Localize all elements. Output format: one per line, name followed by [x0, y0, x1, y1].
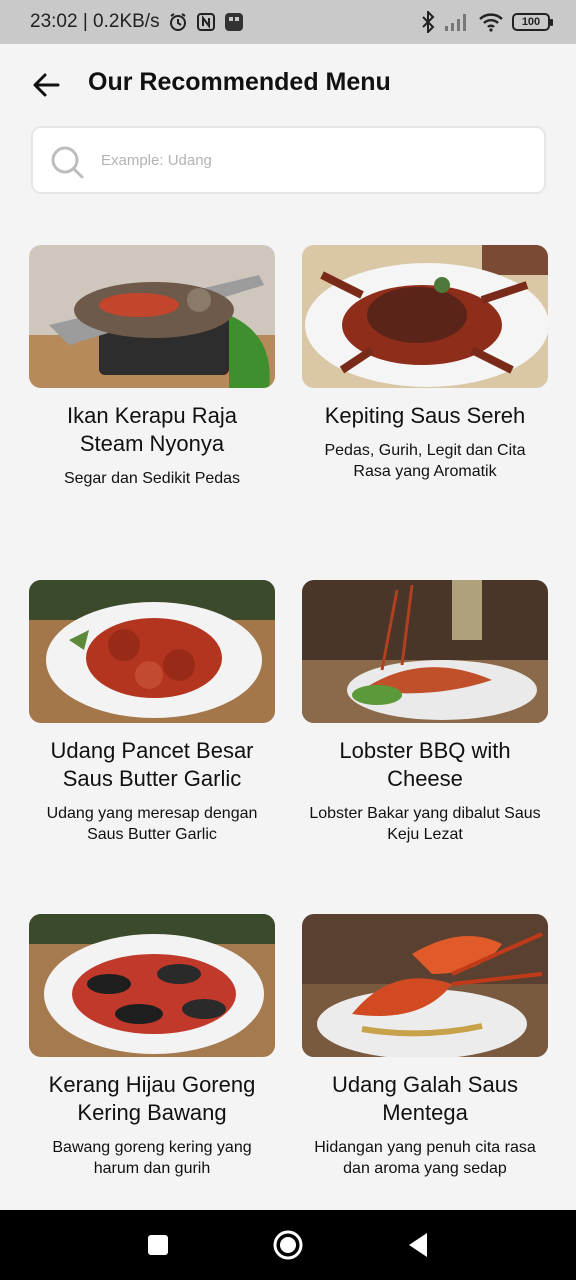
search-icon: [51, 146, 84, 179]
dish-description: Hidangan yang penuh cita rasa dan aroma …: [314, 1139, 536, 1177]
dish-name: Kepiting Saus Sereh: [324, 403, 526, 428]
dish-name: Udang Galah Saus Mentega: [332, 1072, 518, 1125]
page-title: Our Recommended Menu: [88, 68, 391, 96]
search-input[interactable]: [101, 142, 521, 178]
dish-photo-kepiting: [302, 245, 548, 388]
dish-description: Segar dan Sedikit Pedas: [63, 470, 241, 487]
dish-description: Bawang goreng kering yang harum dan guri…: [52, 1139, 252, 1177]
menu-card-udang-pancet[interactable]: Udang Pancet Besar Saus Butter Garlic Ud…: [29, 580, 275, 845]
menu-card-kerang-hijau[interactable]: Kerang Hijau Goreng Kering Bawang Bawang…: [29, 914, 275, 1179]
search-box[interactable]: [31, 126, 546, 194]
menu-card-ikan-kerapu[interactable]: Ikan Kerapu Raja Steam Nyonya Segar dan …: [29, 245, 275, 489]
back-triangle-icon[interactable]: [407, 1232, 429, 1258]
dish-name: Lobster BBQ with Cheese: [339, 738, 511, 791]
dish-photo-ikan-kerapu: [29, 245, 275, 388]
dish-photo-lobster-bbq: [302, 580, 548, 723]
status-time-speed: 23:02 | 0.2KB/s: [30, 11, 160, 32]
menu-card-kepiting[interactable]: Kepiting Saus Sereh Pedas, Gurih, Legit …: [302, 245, 548, 482]
dish-name: Ikan Kerapu Raja Steam Nyonya: [67, 403, 237, 456]
wifi-icon: [479, 13, 503, 32]
battery-indicator: 100: [512, 13, 553, 31]
signal-icon: [445, 14, 466, 31]
app-notification-icon: [224, 13, 243, 31]
dish-description: Lobster Bakar yang dibalut Saus Keju Lez…: [309, 805, 541, 843]
dish-name: Udang Pancet Besar Saus Butter Garlic: [50, 738, 254, 791]
dish-photo-udang-galah: [302, 914, 548, 1057]
dish-photo-kerang-hijau: [29, 914, 275, 1057]
home-circle-icon[interactable]: [272, 1229, 304, 1261]
dish-description: Udang yang meresap dengan Saus Butter Ga…: [46, 805, 258, 843]
dish-photo-udang-pancet: [29, 580, 275, 723]
recents-square-icon[interactable]: [147, 1234, 169, 1256]
menu-card-lobster-bbq[interactable]: Lobster BBQ with Cheese Lobster Bakar ya…: [302, 580, 548, 845]
bluetooth-icon: [422, 11, 435, 33]
menu-card-udang-galah[interactable]: Udang Galah Saus Mentega Hidangan yang p…: [302, 914, 548, 1179]
system-navigation-bar: [0, 1210, 576, 1280]
dish-name: Kerang Hijau Goreng Kering Bawang: [48, 1072, 256, 1125]
alarm-icon: [169, 13, 186, 31]
back-arrow-icon[interactable]: [30, 70, 64, 100]
app-bar: Our Recommended Menu: [0, 44, 576, 126]
status-bar: 23:02 | 0.2KB/s 100: [0, 0, 576, 44]
dish-description: Pedas, Gurih, Legit dan Cita Rasa yang A…: [324, 442, 526, 480]
nfc-icon: [196, 13, 215, 31]
